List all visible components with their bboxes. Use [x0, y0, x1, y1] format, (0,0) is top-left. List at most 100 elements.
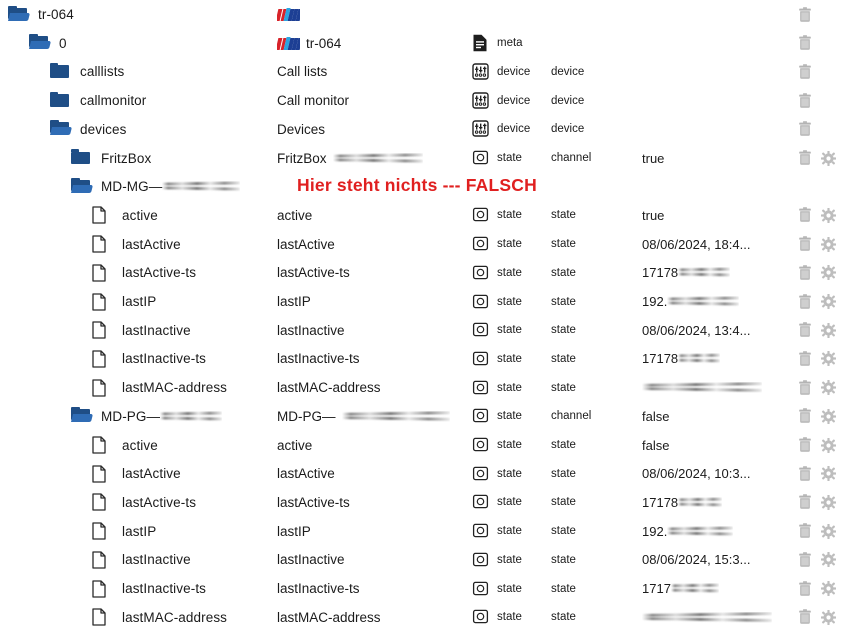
settings-gear-icon[interactable]: [820, 236, 837, 252]
object-name-cell[interactable]: active: [277, 201, 312, 230]
tree-node[interactable]: MD-PG—: [71, 402, 222, 431]
object-name-cell[interactable]: lastActive: [277, 459, 335, 488]
settings-gear-icon[interactable]: [820, 351, 837, 367]
object-value-cell: [642, 373, 762, 402]
tree-node[interactable]: FritzBox: [71, 144, 151, 173]
object-subtype-label: channel: [551, 410, 592, 423]
delete-icon[interactable]: [798, 236, 812, 252]
object-name-cell[interactable]: Devices: [277, 115, 325, 144]
delete-icon[interactable]: [798, 609, 812, 625]
delete-icon[interactable]: [798, 580, 812, 597]
object-type-label: meta: [497, 37, 523, 50]
state-circle-icon: [472, 264, 490, 282]
tree-node[interactable]: 0: [29, 29, 67, 58]
settings-gear-icon[interactable]: [820, 207, 837, 223]
settings-gear-icon[interactable]: [820, 437, 837, 453]
meta-document-icon: [472, 34, 490, 52]
tree-node[interactable]: active: [92, 431, 158, 460]
object-name-cell[interactable]: FritzBox: [277, 144, 423, 173]
object-name-cell[interactable]: tr-064: [277, 29, 341, 58]
delete-icon[interactable]: [798, 150, 812, 166]
tree-node[interactable]: calllists: [50, 57, 124, 86]
settings-gear-icon[interactable]: [820, 293, 837, 310]
object-name-cell[interactable]: active: [277, 431, 312, 460]
tree-node[interactable]: lastActive: [92, 230, 181, 259]
object-name-label: lastActive: [277, 236, 335, 252]
delete-icon[interactable]: [798, 465, 812, 482]
delete-icon[interactable]: [798, 35, 812, 51]
row-actions: [798, 29, 812, 58]
object-value-label: 08/06/2024, 13:4...: [642, 322, 751, 338]
settings-gear-icon[interactable]: [820, 466, 837, 482]
object-name-cell[interactable]: [277, 0, 300, 29]
delete-icon[interactable]: [798, 551, 812, 568]
object-name-cell[interactable]: lastInactive: [277, 316, 345, 345]
tree-node[interactable]: lastActive: [92, 459, 181, 488]
table-row: devices Devices device device: [0, 115, 843, 144]
delete-icon[interactable]: [798, 264, 812, 281]
row-actions: [798, 459, 837, 488]
object-name-cell[interactable]: lastInactive: [277, 545, 345, 574]
object-name-label: Devices: [277, 121, 326, 137]
object-name-cell[interactable]: lastInactive-ts: [277, 344, 360, 373]
object-name-cell[interactable]: lastIP: [277, 517, 311, 546]
settings-gear-icon[interactable]: [820, 580, 837, 597]
state-circle-icon: [472, 407, 490, 425]
redaction-mark: [671, 583, 719, 594]
delete-icon[interactable]: [798, 64, 812, 80]
object-name-label: lastActive: [277, 466, 335, 482]
object-name-cell[interactable]: Call monitor: [277, 86, 349, 115]
delete-icon[interactable]: [798, 293, 812, 310]
object-name-cell[interactable]: lastInactive-ts: [277, 574, 360, 603]
delete-icon[interactable]: [798, 494, 812, 510]
settings-gear-icon[interactable]: [820, 494, 837, 510]
tree-node[interactable]: MD-MG—: [71, 172, 240, 201]
delete-icon[interactable]: [798, 408, 812, 424]
delete-icon[interactable]: [798, 322, 812, 338]
settings-gear-icon[interactable]: [820, 609, 837, 625]
tree-node[interactable]: lastInactive: [92, 316, 191, 345]
object-name-cell[interactable]: MD-PG—: [277, 402, 450, 431]
tree-node-label: devices: [80, 121, 127, 137]
settings-gear-icon[interactable]: [820, 523, 837, 539]
settings-gear-icon[interactable]: [820, 552, 837, 568]
row-actions: [798, 402, 837, 431]
delete-icon[interactable]: [798, 121, 812, 137]
tree-node[interactable]: devices: [50, 115, 126, 144]
tree-node[interactable]: lastIP: [92, 287, 156, 316]
tree-node[interactable]: callmonitor: [50, 86, 146, 115]
tree-node[interactable]: lastActive-ts: [92, 258, 196, 287]
object-name-cell[interactable]: Call lists: [277, 57, 327, 86]
settings-gear-icon[interactable]: [820, 408, 837, 424]
tree-node[interactable]: lastInactive-ts: [92, 344, 206, 373]
settings-gear-icon[interactable]: [820, 322, 837, 338]
tree-node[interactable]: lastInactive: [92, 545, 191, 574]
settings-gear-icon[interactable]: [820, 265, 837, 281]
tree-node-label: MD-MG—: [101, 179, 163, 195]
delete-icon[interactable]: [798, 92, 812, 109]
tree-node[interactable]: lastMAC-address: [92, 603, 227, 627]
object-name-cell[interactable]: lastActive-ts: [277, 258, 350, 287]
object-name-cell[interactable]: lastMAC-address: [277, 373, 381, 402]
object-type-label: state: [497, 266, 522, 279]
settings-gear-icon[interactable]: [820, 150, 837, 166]
object-name-label: active: [277, 437, 313, 453]
delete-icon[interactable]: [798, 207, 812, 223]
object-name-cell[interactable]: lastActive-ts: [277, 488, 350, 517]
tree-node[interactable]: lastInactive-ts: [92, 574, 206, 603]
object-name-cell[interactable]: lastIP: [277, 287, 311, 316]
tree-node[interactable]: active: [92, 201, 158, 230]
delete-icon[interactable]: [798, 6, 812, 23]
object-name-cell[interactable]: lastMAC-address: [277, 603, 381, 627]
tree-node[interactable]: lastMAC-address: [92, 373, 227, 402]
tree-node[interactable]: lastIP: [92, 517, 156, 546]
tree-node[interactable]: tr-064: [8, 0, 74, 29]
delete-icon[interactable]: [798, 437, 812, 453]
delete-icon[interactable]: [798, 523, 812, 539]
settings-gear-icon[interactable]: [820, 379, 837, 396]
delete-icon[interactable]: [798, 351, 812, 367]
delete-icon[interactable]: [798, 379, 812, 396]
object-name-cell[interactable]: lastActive: [277, 230, 335, 259]
tree-node[interactable]: lastActive-ts: [92, 488, 196, 517]
row-actions: [798, 230, 837, 259]
